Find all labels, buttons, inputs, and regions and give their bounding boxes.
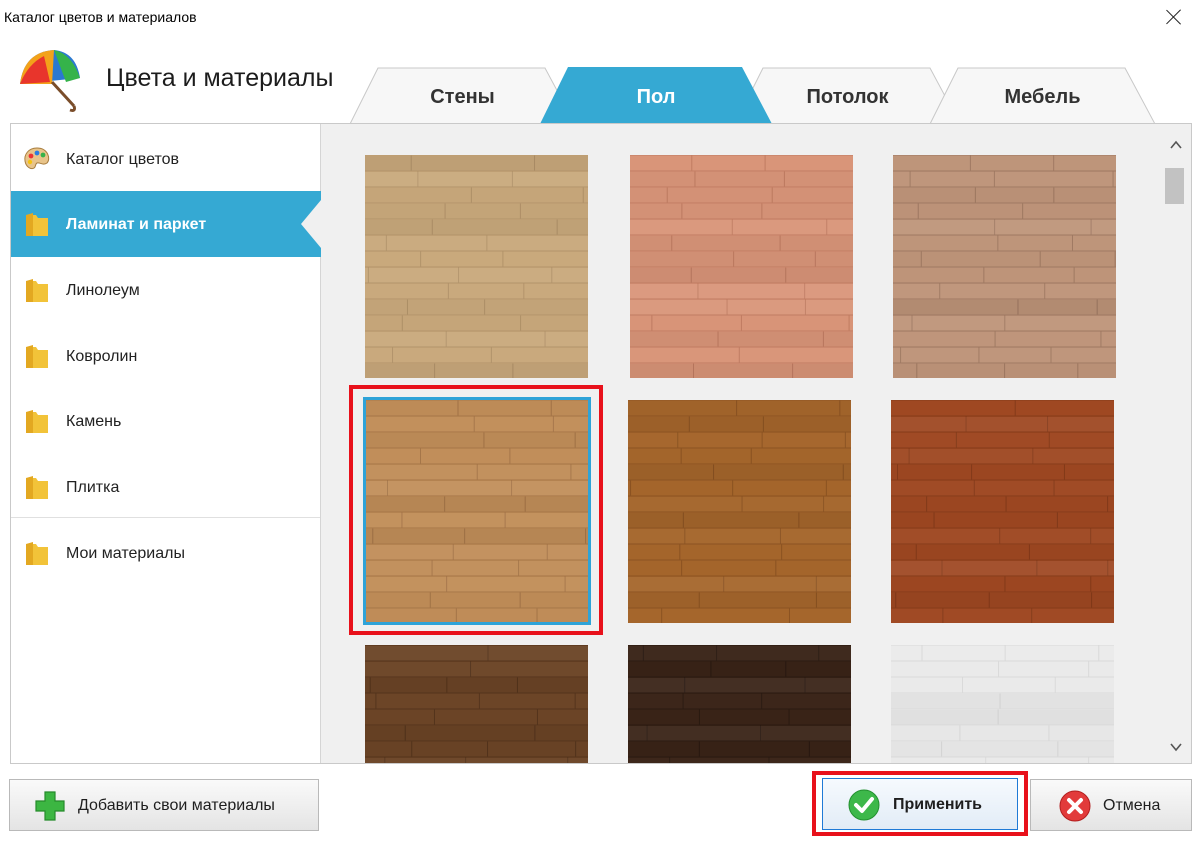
- sidebar-item-tiles[interactable]: Плитка: [11, 454, 320, 520]
- folder-icon: [23, 540, 51, 568]
- page-title: Цвета и материалы: [106, 64, 334, 92]
- add-materials-button[interactable]: Добавить свои материалы: [9, 779, 319, 831]
- sidebar-item-label: Линолеум: [66, 282, 140, 299]
- material-tile[interactable]: [891, 645, 1114, 763]
- material-tile[interactable]: [628, 645, 851, 763]
- checkmark-icon: [848, 789, 880, 821]
- sidebar-item-linoleum[interactable]: Линолеум: [11, 257, 320, 323]
- cancel-icon: [1059, 790, 1091, 822]
- chevron-down-icon[interactable]: [1169, 740, 1183, 754]
- window-title: Каталог цветов и материалов: [4, 9, 197, 25]
- sidebar-item-label: Ламинат и паркет: [66, 216, 207, 233]
- cancel-button[interactable]: Отмена: [1030, 779, 1192, 831]
- material-tile[interactable]: [628, 400, 851, 623]
- apply-label: Применить: [893, 796, 983, 813]
- add-materials-label: Добавить свои материалы: [78, 797, 275, 814]
- palette-icon: [23, 146, 51, 174]
- folder-icon: [23, 277, 51, 305]
- title-bar: Каталог цветов и материалов: [0, 0, 1200, 36]
- chevron-up-icon[interactable]: [1169, 138, 1183, 152]
- tab-floor-label: Пол: [636, 86, 676, 108]
- folder-icon: [23, 211, 51, 239]
- folder-icon: [23, 343, 51, 371]
- sidebar-item-label: Камень: [66, 413, 122, 430]
- sidebar-item-stone[interactable]: Камень: [11, 388, 320, 454]
- sidebar-item-carpet[interactable]: Ковролин: [11, 323, 320, 389]
- folder-icon: [23, 408, 51, 436]
- sidebar-item-label: Плитка: [66, 479, 120, 496]
- cancel-label: Отмена: [1103, 797, 1161, 814]
- plus-icon: [34, 790, 66, 822]
- material-tile[interactable]: [891, 400, 1114, 623]
- sidebar-item-laminate[interactable]: Ламинат и паркет: [11, 191, 321, 257]
- vertical-scrollbar[interactable]: [1161, 124, 1191, 763]
- sidebar-item-label: Каталог цветов: [66, 151, 180, 168]
- tab-floor[interactable]: Пол: [540, 66, 772, 124]
- umbrella-icon: [14, 44, 84, 112]
- material-tile[interactable]: [365, 645, 588, 763]
- material-tile[interactable]: [365, 400, 588, 623]
- material-grid: [321, 124, 1161, 763]
- tab-furniture[interactable]: Мебель: [930, 66, 1155, 124]
- sidebar-item-my-materials[interactable]: Мои материалы: [11, 520, 320, 586]
- sidebar-item-label: Ковролин: [66, 348, 138, 365]
- scrollbar-thumb[interactable]: [1165, 168, 1184, 204]
- folder-icon: [23, 474, 51, 502]
- sidebar-item-color-catalog[interactable]: Каталог цветов: [11, 126, 320, 192]
- close-icon[interactable]: [1162, 4, 1186, 28]
- tab-furniture-label: Мебель: [1004, 86, 1081, 108]
- sidebar-item-label: Мои материалы: [66, 545, 185, 562]
- material-tile[interactable]: [630, 155, 853, 378]
- material-tile[interactable]: [893, 155, 1116, 378]
- sidebar: Каталог цветов Ламинат и паркет Линолеум…: [11, 124, 321, 763]
- apply-button[interactable]: Применить: [822, 778, 1018, 830]
- sidebar-divider: [11, 517, 320, 518]
- material-tile[interactable]: [365, 155, 588, 378]
